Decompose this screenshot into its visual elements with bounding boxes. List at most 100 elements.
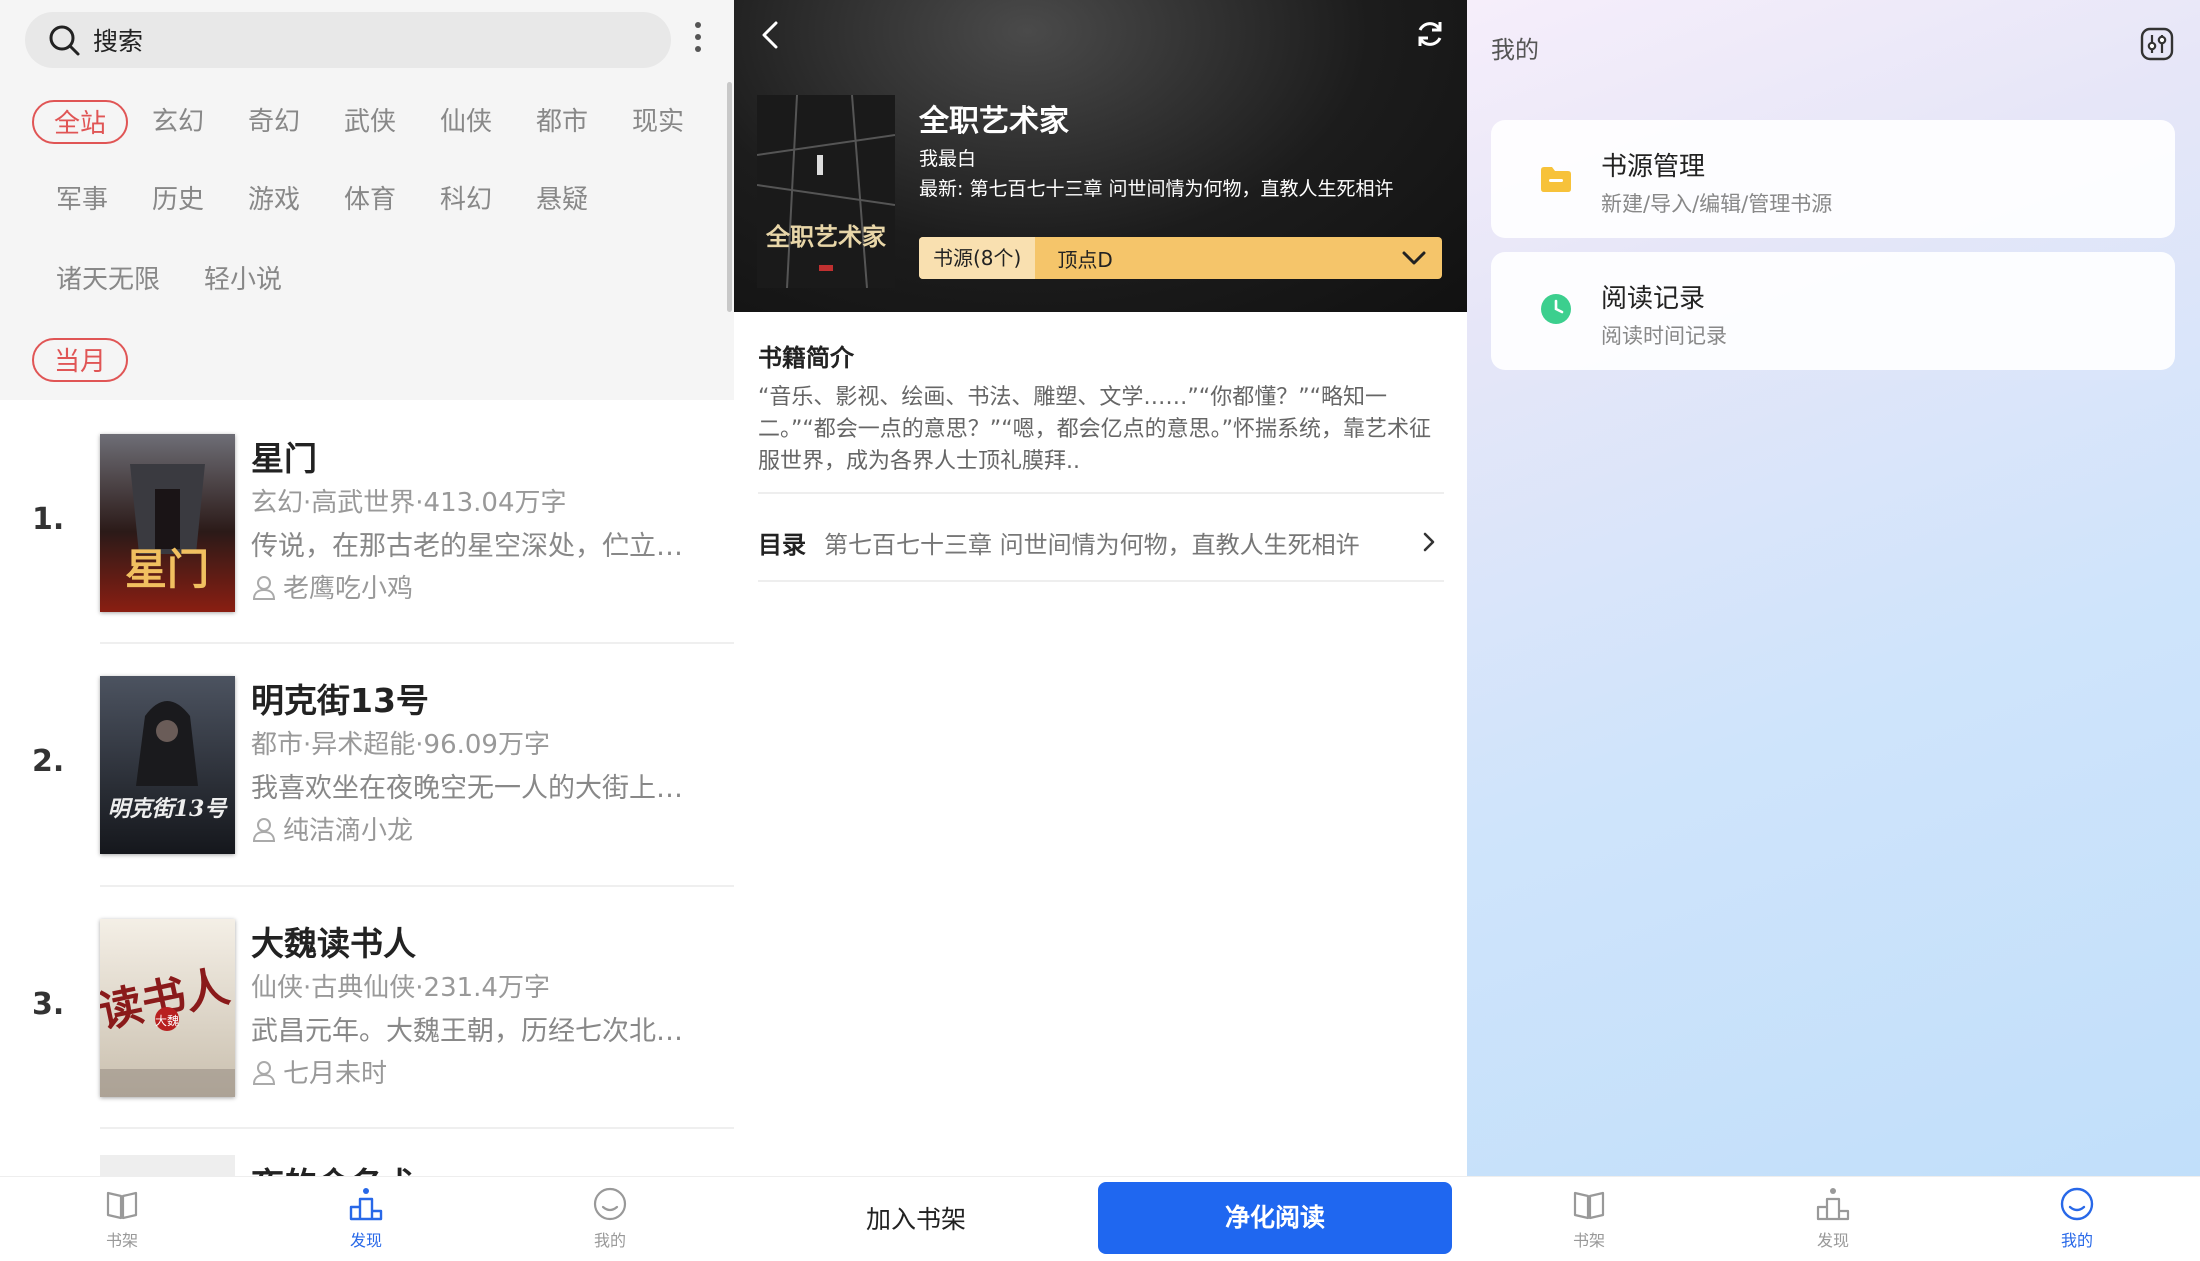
svg-text:明克街13号: 明克街13号 bbox=[108, 796, 229, 822]
folder-icon bbox=[1541, 167, 1571, 192]
nav-mine[interactable]: 我的 bbox=[550, 1185, 670, 1251]
chevron-down-icon bbox=[1402, 251, 1426, 265]
pure-read-button[interactable]: 净化阅读 bbox=[1098, 1182, 1452, 1254]
toc-label: 目录 bbox=[758, 530, 806, 559]
divider bbox=[100, 1127, 734, 1129]
rank-number: 2. bbox=[32, 744, 65, 779]
book-author: 老鹰吃小鸡 bbox=[251, 568, 413, 605]
divider bbox=[758, 492, 1444, 494]
nav-mine[interactable]: 我的 bbox=[2017, 1185, 2137, 1251]
author-name: 七月未时 bbox=[283, 1059, 388, 1089]
category-xuanhuan[interactable]: 玄幻 bbox=[132, 100, 224, 144]
card-description: 阅读时间记录 bbox=[1601, 324, 1727, 348]
book-description: 我喜欢坐在夜晚空无一人的大街上… bbox=[251, 773, 683, 804]
reading-history-card[interactable]: 阅读记录 阅读时间记录 bbox=[1491, 252, 2175, 370]
book-icon bbox=[1573, 1191, 1605, 1220]
author-name: 老鹰吃小鸡 bbox=[283, 574, 414, 604]
source-name: 顶点D bbox=[1057, 247, 1113, 272]
book-cover: 全职艺术家 bbox=[757, 95, 895, 288]
book-description: 武昌元年。大魏王朝，历经七次北… bbox=[251, 1016, 683, 1047]
user-icon bbox=[252, 1060, 276, 1085]
svg-text:全职艺术家: 全职艺术家 bbox=[765, 222, 886, 251]
svg-text:大魏: 大魏 bbox=[155, 1013, 179, 1028]
intro-heading: 书籍简介 bbox=[758, 344, 854, 372]
search-bar[interactable]: 搜索 bbox=[25, 12, 671, 68]
detail-header: 全职艺术家 全职艺术家 我最白 最新: 第七百七十三章 问世间情为何物，直教人生… bbox=[734, 0, 1467, 312]
category-youxi[interactable]: 游戏 bbox=[228, 178, 320, 222]
chevron-right-icon bbox=[1423, 532, 1435, 552]
action-bar: 加入书架 净化阅读 bbox=[734, 1176, 1467, 1261]
add-to-shelf-button[interactable]: 加入书架 bbox=[734, 1177, 1098, 1261]
category-lishi[interactable]: 历史 bbox=[132, 178, 224, 222]
category-xianxia[interactable]: 仙侠 bbox=[420, 100, 512, 144]
book-author: 七月未时 bbox=[251, 1053, 387, 1090]
discover-screen: 搜索 全站 玄幻 奇幻 武侠 仙侠 都市 现实 军事 历史 游戏 体育 科幻 悬… bbox=[0, 0, 734, 1261]
book-title: 全职艺术家 bbox=[919, 104, 1069, 139]
nav-discover[interactable]: 发现 bbox=[306, 1185, 426, 1251]
clock-icon bbox=[1541, 294, 1571, 324]
category-wuxia[interactable]: 武侠 bbox=[324, 100, 416, 144]
rank-number: 3. bbox=[32, 987, 65, 1022]
source-count[interactable]: 书源(8个) bbox=[919, 237, 1036, 279]
book-meta: 都市·异术超能·96.09万字 bbox=[251, 730, 550, 760]
category-qihuan[interactable]: 奇幻 bbox=[228, 100, 320, 144]
book-title: 星门 bbox=[251, 439, 317, 478]
user-icon bbox=[252, 575, 276, 600]
search-label: 搜索 bbox=[93, 27, 144, 56]
nav-shelf[interactable]: 书架 bbox=[1529, 1185, 1649, 1251]
category-qingxiaoshuo[interactable]: 轻小说 bbox=[184, 258, 302, 302]
nav-discover[interactable]: 发现 bbox=[1773, 1185, 1893, 1251]
list-item[interactable]: 1. 星门 星门 玄幻·高武世界·413.04万字 传说，在那古老的星空深处，伫… bbox=[0, 420, 734, 660]
list-item[interactable]: 3. 读书人 大魏 大魏读书人 仙侠·古典仙侠·231.4万字 武昌元年。大魏王… bbox=[0, 905, 734, 1145]
book-meta: 仙侠·古典仙侠·231.4万字 bbox=[251, 973, 550, 1003]
period-month[interactable]: 当月 bbox=[32, 338, 129, 382]
podium-icon bbox=[349, 1188, 383, 1221]
book-cover: 明克街13号 bbox=[100, 676, 235, 854]
more-icon[interactable] bbox=[690, 20, 706, 54]
card-title: 书源管理 bbox=[1601, 152, 1706, 182]
divider bbox=[100, 885, 734, 887]
divider bbox=[758, 580, 1444, 582]
source-management-card[interactable]: 书源管理 新建/导入/编辑/管理书源 bbox=[1491, 120, 2175, 238]
category-junshi[interactable]: 军事 bbox=[36, 178, 128, 222]
book-author: 纯洁滴小龙 bbox=[251, 810, 413, 847]
book-description: 传说，在那古老的星空深处，伫立… bbox=[251, 531, 683, 562]
author-name: 纯洁滴小龙 bbox=[283, 816, 414, 846]
category-xuanyi[interactable]: 悬疑 bbox=[516, 178, 608, 222]
category-tiyu[interactable]: 体育 bbox=[324, 178, 416, 222]
book-icon bbox=[106, 1191, 138, 1220]
book-intro: “音乐、影视、绘画、书法、雕塑、文学……”“你都懂？”“略知一二。”“都会一点的… bbox=[758, 385, 1431, 474]
category-zhutian[interactable]: 诸天无限 bbox=[36, 258, 180, 302]
book-cover: 读书人 大魏 bbox=[100, 919, 235, 1097]
divider bbox=[100, 642, 734, 644]
list-item[interactable]: 2. 明克街13号 明克街13号 都市·异术超能·96.09万字 我喜欢坐在夜晚… bbox=[0, 662, 734, 902]
category-dushi[interactable]: 都市 bbox=[516, 100, 608, 144]
refresh-icon[interactable] bbox=[1414, 18, 1446, 50]
book-title: 大魏读书人 bbox=[251, 924, 416, 963]
scrollbar[interactable] bbox=[727, 82, 732, 312]
toc-row[interactable]: 目录 第七百七十三章 问世间情为何物，直教人生死相许 bbox=[758, 522, 1448, 562]
bottom-nav: 书架 发现 我的 bbox=[1467, 1176, 2200, 1261]
search-icon bbox=[49, 25, 80, 56]
card-title: 阅读记录 bbox=[1601, 284, 1706, 314]
smile-icon bbox=[593, 1187, 627, 1221]
nav-shelf[interactable]: 书架 bbox=[62, 1185, 182, 1251]
book-detail-screen: 全职艺术家 全职艺术家 我最白 最新: 第七百七十三章 问世间情为何物，直教人生… bbox=[734, 0, 1467, 1261]
category-kehuan[interactable]: 科幻 bbox=[420, 178, 512, 222]
back-icon[interactable] bbox=[756, 18, 786, 52]
source-selector[interactable]: 书源(8个) 顶点D bbox=[919, 237, 1442, 279]
page-title: 我的 bbox=[1491, 36, 1539, 64]
toc-chapter: 第七百七十三章 问世间情为何物，直教人生死相许 bbox=[824, 530, 1360, 559]
user-icon bbox=[252, 817, 276, 842]
latest-chapter: 最新: 第七百七十三章 问世间情为何物，直教人生死相许 bbox=[919, 178, 1394, 200]
category-all[interactable]: 全站 bbox=[32, 100, 129, 144]
category-xianshi[interactable]: 现实 bbox=[612, 100, 704, 144]
book-title: 明克街13号 bbox=[251, 681, 429, 720]
card-description: 新建/导入/编辑/管理书源 bbox=[1601, 192, 1833, 216]
smile-icon bbox=[2060, 1187, 2094, 1221]
podium-icon bbox=[1816, 1188, 1850, 1221]
rank-number: 1. bbox=[32, 502, 65, 537]
settings-sliders-icon[interactable] bbox=[2139, 26, 2175, 62]
book-cover: 星门 bbox=[100, 434, 235, 612]
svg-text:星门: 星门 bbox=[125, 545, 209, 594]
